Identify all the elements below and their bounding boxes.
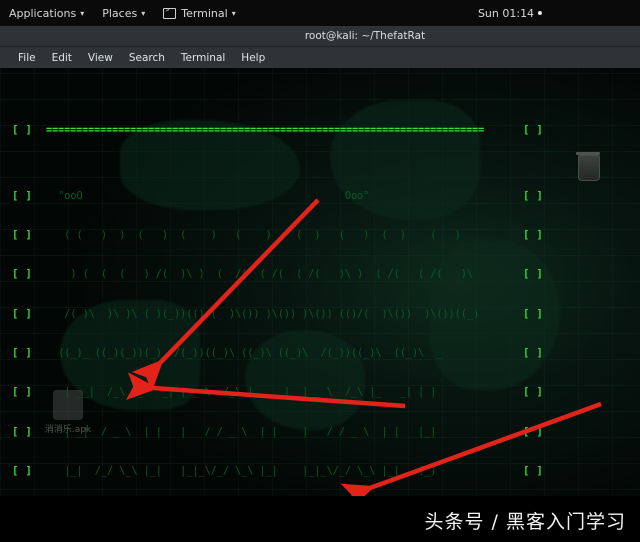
- chevron-down-icon: ▾: [231, 8, 236, 18]
- panel-menu-applications[interactable]: Applications ▾: [0, 0, 93, 26]
- banner-bracket-right: [ ]: [523, 229, 544, 242]
- banner-row: [ ] | _| / _ \ | | | / / _ \ | | | / / _…: [0, 426, 640, 439]
- banner-bracket-right: [ ]: [523, 425, 544, 438]
- clock-label: Sun 01:14: [477, 6, 535, 20]
- banner-ascii-art: °ooO Ooo°: [46, 189, 486, 202]
- banner-bracket-left: [ ]: [12, 307, 33, 320]
- banner-row: [ ] °ooO Ooo° [ ]: [0, 190, 640, 203]
- banner-bracket-right: [ ]: [523, 189, 544, 202]
- banner-bracket-right: [ ]: [523, 307, 544, 320]
- banner-rule: ========================================…: [46, 124, 484, 137]
- terminal-window: root@kali: ~/ThefatRat File Edit View Se…: [0, 26, 640, 496]
- banner-row: [ ] | __| /_\ |_ _| | _ \ /_\ |_ _| | _ …: [0, 386, 640, 399]
- applications-label: Applications: [9, 6, 77, 20]
- banner-bracket-left: [ ]: [12, 425, 33, 438]
- notification-dot-icon: [538, 11, 543, 15]
- banner-row: [ ] ((_)_ ((_)(_))(_) /(_))((_)\ ((_)\ (…: [0, 347, 640, 360]
- window-titlebar[interactable]: root@kali: ~/ThefatRat: [0, 26, 640, 47]
- menu-item-terminal[interactable]: Terminal: [173, 52, 233, 64]
- banner-bracket-left: [ ]: [12, 464, 33, 477]
- banner-bracket-left: [ ]: [12, 124, 33, 137]
- banner-bracket-right: [ ]: [523, 124, 544, 137]
- banner-bracket-right: [ ]: [523, 386, 544, 399]
- banner-row: [ ] |_| /_/ \_\ |_| |_|_\/_/ \_\ |_| |_|…: [0, 465, 640, 478]
- banner-bracket-left: [ ]: [12, 229, 33, 242]
- banner-bracket-right: [ ]: [523, 346, 544, 359]
- banner-ascii-art: ) ( ( ( ) /( )\ ) ( /( ( /( ( /( )\ ) ( …: [46, 268, 486, 281]
- banner-bracket-right: [ ]: [523, 464, 544, 477]
- chevron-down-icon: ▾: [141, 8, 146, 18]
- banner-row: [ ] /( )\ )\ )\ ( )(_))(()/( )\()) )\())…: [0, 308, 640, 321]
- banner-ascii-art: | _| / _ \ | | | / / _ \ | | | / / _ \ |…: [46, 425, 449, 438]
- terminal-label: Terminal: [181, 6, 228, 20]
- banner-ascii-art: /( )\ )\ )\ ( )(_))(()/( )\()) )\()) )\(…: [46, 307, 486, 320]
- banner-bracket-right: [ ]: [523, 268, 544, 281]
- banner-ascii-art: | __| /_\ |_ _| | _ \ /_\ |_ _| | _ \ /_…: [46, 386, 449, 399]
- chevron-down-icon: ▾: [80, 8, 85, 18]
- terminal-icon: [163, 6, 177, 19]
- banner-bracket-left: [ ]: [12, 346, 33, 359]
- banner-ascii-art: ( ( ) ) ( ) ( ) ( ) ( ) ( ) ( ) ( ): [46, 229, 486, 242]
- banner-row: [ ] ( ( ) ) ( ) ( ) ( ) ( ) ( ) ( ) ( ) …: [0, 229, 640, 242]
- menu-item-search[interactable]: Search: [121, 52, 173, 64]
- terminal-output[interactable]: [ ] ====================================…: [0, 68, 640, 501]
- panel-menu-terminal[interactable]: Terminal ▾: [154, 0, 245, 26]
- panel-menu-places[interactable]: Places ▾: [93, 0, 154, 26]
- menu-item-help[interactable]: Help: [233, 52, 273, 64]
- banner-row: [ ] ====================================…: [0, 124, 640, 137]
- watermark-label: 头条号 / 黑客入门学习: [424, 511, 626, 533]
- banner-bracket-left: [ ]: [12, 189, 33, 202]
- window-title: root@kali: ~/ThefatRat: [304, 30, 426, 42]
- banner-row: [ ] ) ( ( ( ) /( )\ ) ( /( ( /( ( /( )\ …: [0, 268, 640, 281]
- menu-item-edit[interactable]: Edit: [44, 52, 80, 64]
- menu-item-file[interactable]: File: [10, 52, 44, 64]
- banner-bracket-left: [ ]: [12, 386, 33, 399]
- banner-ascii-art: ((_)_ ((_)(_))(_) /(_))((_)\ ((_)\ ((_)\…: [46, 346, 461, 359]
- panel-clock[interactable]: Sun 01:14: [477, 6, 543, 20]
- banner-ascii-art: |_| /_/ \_\ |_| |_|_\/_/ \_\ |_| |_|_\/_…: [46, 464, 449, 477]
- menu-item-view[interactable]: View: [80, 52, 121, 64]
- gnome-top-panel: Applications ▾ Places ▾ Terminal ▾ Sun 0…: [0, 0, 640, 26]
- terminal-menubar: File Edit View Search Terminal Help: [0, 47, 640, 68]
- banner-bracket-left: [ ]: [12, 268, 33, 281]
- places-label: Places: [102, 6, 138, 20]
